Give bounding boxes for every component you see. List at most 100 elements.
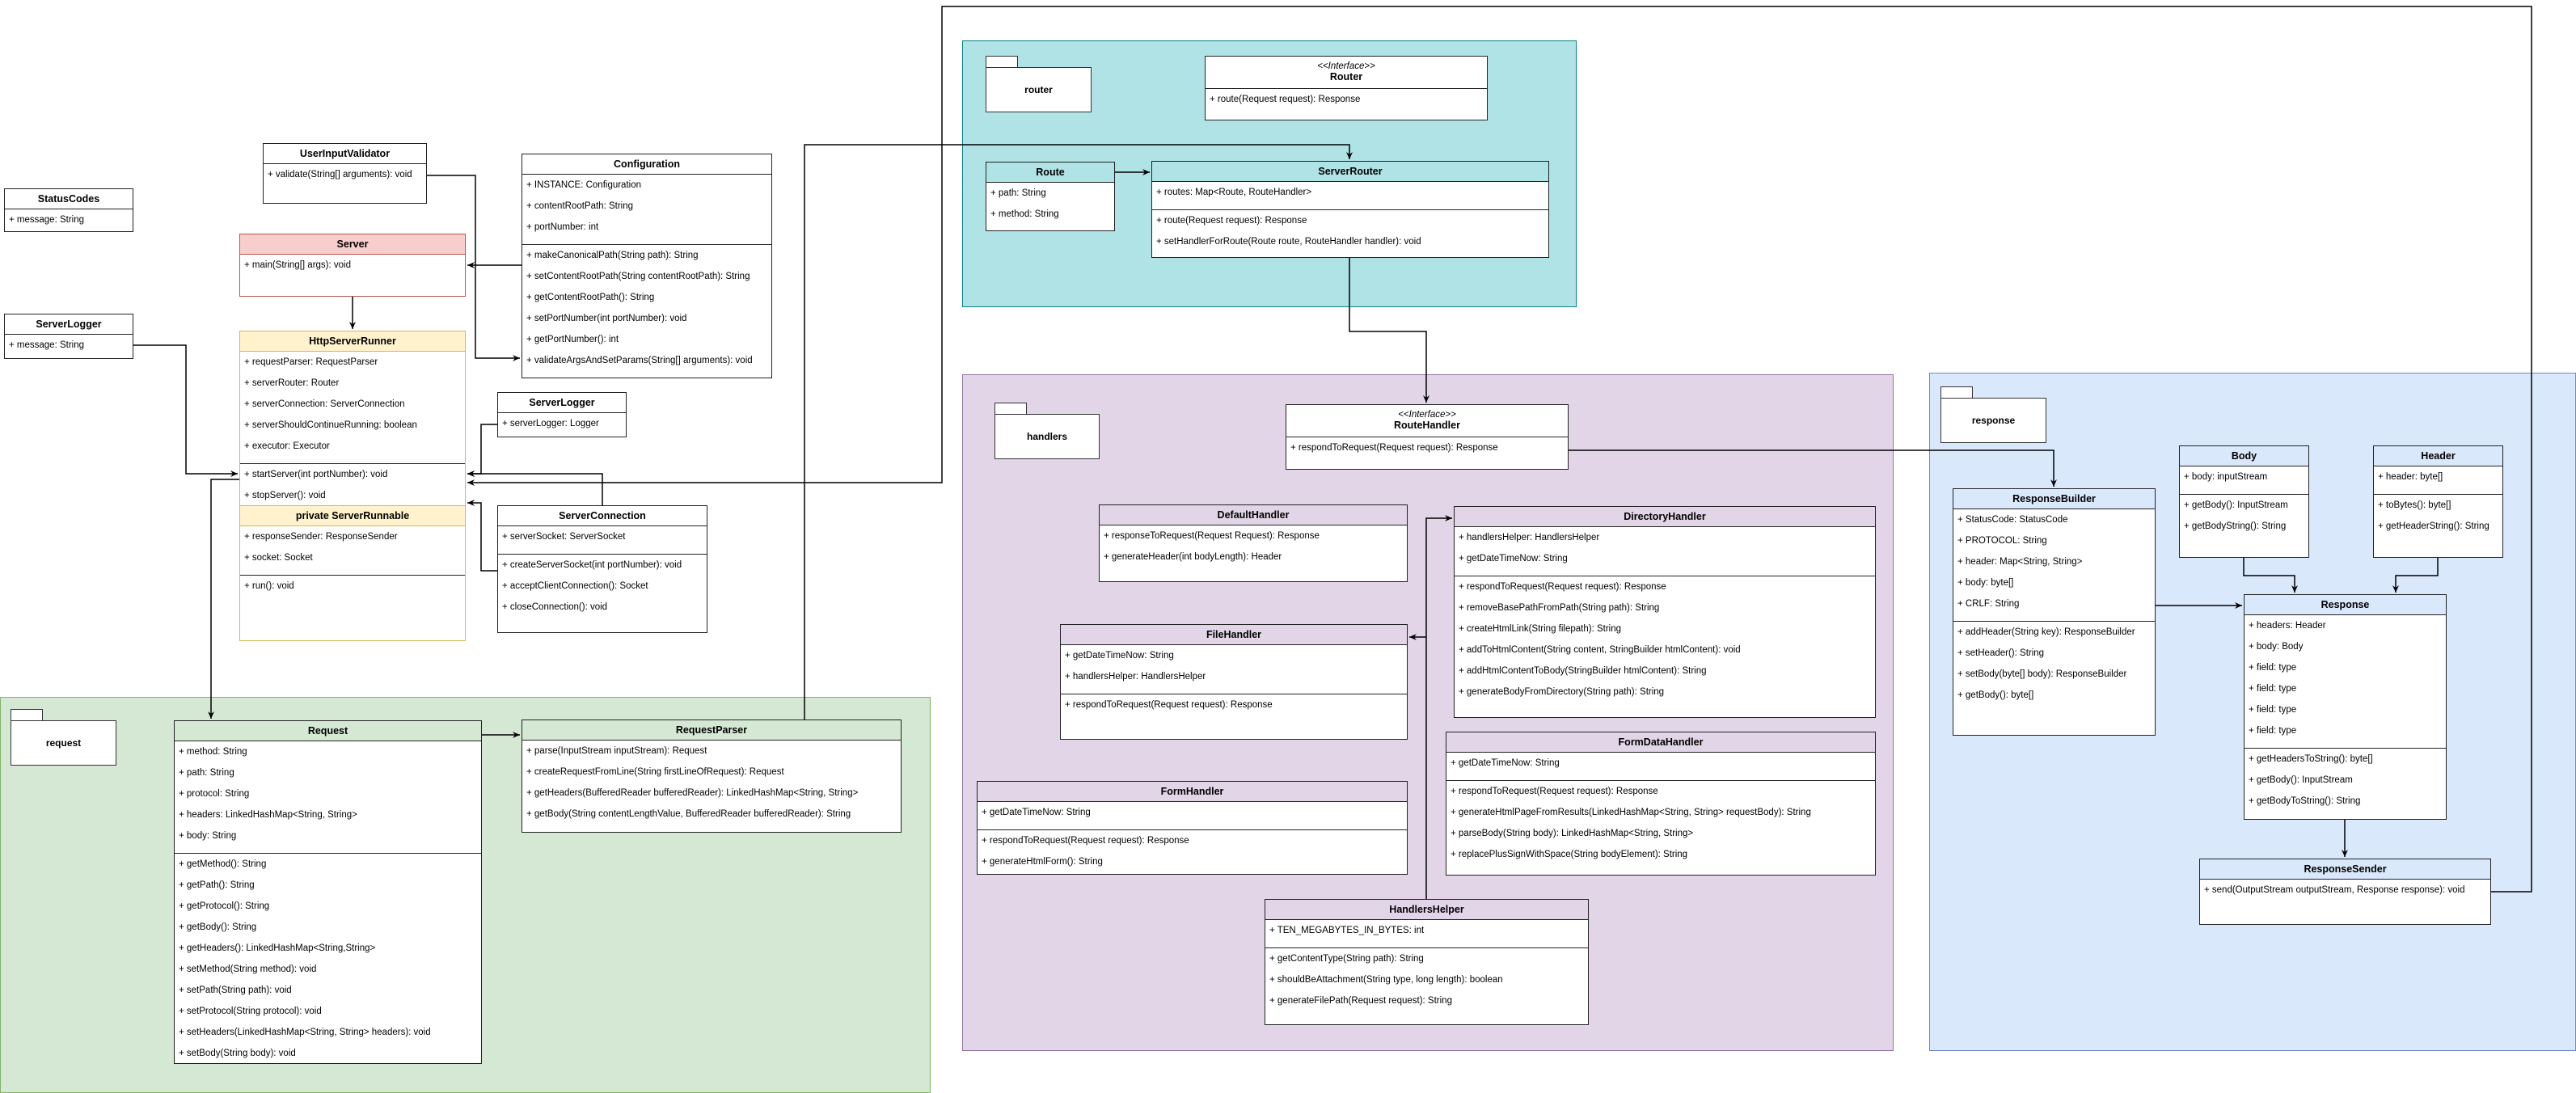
class-method: + setHeaders(LinkedHashMap<String, Strin… [179,1028,431,1037]
class-field: + serverLogger: Logger [502,419,599,428]
class-field: + field: type [2249,684,2297,694]
class-server[interactable]: Server + main(String[] args): void [239,234,466,297]
class-method: + getBody(): String [179,922,257,932]
class-field: + generateHeader(int bodyLength): Header [1104,552,1282,562]
class-header: <<Interface>> RouteHandler [1286,405,1568,437]
class-name: DirectoryHandler [1624,511,1706,522]
package-response-label[interactable]: response [1940,386,2046,443]
class-server-router[interactable]: ServerRouter + routes: Map<Route, RouteHa… [1151,161,1549,258]
class-name: ServerLogger [529,397,595,408]
class-handlers-helper[interactable]: HandlersHelper + TEN_MEGABYTES_IN_BYTES: … [1265,899,1589,1025]
folder-tab-icon [986,56,1018,67]
fields-section: + path: String + method: String [986,183,1114,231]
class-method: + getPath(): String [179,880,255,890]
class-http-server-runner[interactable]: HttpServerRunner + requestParser: Request… [239,331,466,506]
class-server-runnable[interactable]: private ServerRunnable + responseSender: … [239,505,466,641]
fields-section: + validate(String[] arguments): void [264,164,426,192]
class-header: Body [2180,446,2308,466]
class-field: + body: byte[] [1957,578,2014,588]
package-router-label[interactable]: router [986,56,1092,112]
class-configuration[interactable]: Configuration + INSTANCE: Configuration + … [522,154,772,378]
connector-logger-to-runner [133,344,238,477]
class-field: + serverConnection: ServerConnection [244,399,405,409]
class-header: HandlersHelper [1265,900,1588,920]
methods-section: + addHeader(String key): ResponseBuilder… [1953,621,2155,712]
class-field: + protocol: String [179,789,250,799]
methods-section: + respondToRequest(Request request): Res… [1061,694,1407,722]
class-directory-handler[interactable]: DirectoryHandler + handlersHelper: Handle… [1454,506,1876,718]
class-response-sender[interactable]: ResponseSender + send(OutputStream output… [2199,859,2491,925]
fields-section: + getDateTimeNow: String + handlersHelper… [1061,645,1407,694]
class-method: + getPortNumber(): int [526,335,619,344]
class-field: + handlersHelper: HandlersHelper [1459,533,1600,542]
class-method: + getProtocol(): String [179,901,270,911]
class-route[interactable]: Route + path: String + method: String [986,162,1115,231]
methods-section: + route(Request request): Response + setH… [1152,209,1548,259]
class-method: + getBodyString(): String [2184,521,2287,531]
class-method: + respondToRequest(Request request): Res… [982,836,1189,846]
fields-section: + send(OutputStream outputStream, Respon… [2200,880,2490,907]
class-method: + shouldBeAttachment(String type, long l… [1269,975,1503,985]
class-name: RouteHandler [1394,420,1460,431]
class-field: + field: type [2249,663,2297,673]
class-default-handler[interactable]: DefaultHandler + responseToRequest(Reques… [1099,504,1408,582]
class-method: + startServer(int portNumber): void [244,470,388,479]
class-method: + validateArgsAndSetParams(String[] argu… [526,356,753,365]
fields-section: + header: byte[] [2374,466,2502,494]
class-server-logger[interactable]: ServerLogger + message: String [4,314,133,359]
class-name: FileHandler [1206,629,1262,640]
class-method: + setBody(byte[] body): ResponseBuilder [1957,669,2127,679]
class-header: ResponseBuilder [1953,489,2155,509]
class-field: + routes: Map<Route, RouteHandler> [1156,188,1312,197]
class-field: + headers: Header [2249,621,2326,631]
connector-runner-to-request [208,479,239,719]
class-field: + getDateTimeNow: String [1065,651,1174,660]
class-header: ServerLogger [498,393,626,413]
class-header: FormDataHandler [1446,732,1875,753]
class-method: + createServerSocket(int portNumber): vo… [502,560,682,570]
class-server-connection[interactable]: ServerConnection + serverSocket: ServerSo… [497,505,707,633]
folder-tab-icon [1940,386,1973,398]
class-method: + generateFilePath(Request request): Str… [1269,996,1452,1006]
class-method: + getBody(): byte[] [1957,690,2034,700]
class-file-handler[interactable]: FileHandler + getDateTimeNow: String + han… [1060,624,1408,740]
class-name: private ServerRunnable [295,510,410,521]
package-handlers-label[interactable]: handlers [995,403,1100,459]
class-request[interactable]: Request + method: String + path: String + p… [174,720,482,1064]
class-server-logger-instance[interactable]: ServerLogger + serverLogger: Logger [497,392,627,437]
class-form-data-handler[interactable]: FormDataHandler + getDateTimeNow: String +… [1446,732,1876,876]
class-name: UserInputValidator [299,148,391,159]
class-method: + toBytes(): byte[] [2378,500,2451,510]
fields-section: + parse(InputStream inputStream): Reques… [522,741,901,831]
class-method: + getContentRootPath(): String [526,293,655,302]
class-response[interactable]: Response + headers: Header + body: Body + f… [2244,594,2447,820]
class-user-input-validator[interactable]: UserInputValidator + validate(String[] ar… [263,143,427,204]
interface-route-handler[interactable]: <<Interface>> RouteHandler + respondToRequ… [1286,404,1569,470]
methods-section: + createServerSocket(int portNumber): vo… [498,554,707,624]
class-response-builder[interactable]: ResponseBuilder + StatusCode: StatusCode +… [1953,488,2156,736]
class-request-parser[interactable]: RequestParser + parse(InputStream inputSt… [522,720,902,833]
class-header: Request [175,721,481,741]
class-header: ServerConnection [498,506,707,526]
class-form-handler[interactable]: FormHandler + getDateTimeNow: String + res… [977,781,1408,875]
class-name: DefaultHandler [1217,509,1290,521]
class-field: + serverShouldContinueRunning: boolean [244,420,417,430]
package-request-label[interactable]: request [11,709,116,766]
class-field: + getDateTimeNow: String [1451,758,1560,768]
class-header[interactable]: Header + header: byte[] + toBytes(): byte[… [2373,445,2503,558]
class-status-codes[interactable]: StatusCodes + message: String [4,188,133,232]
class-name: ServerLogger [36,319,102,330]
methods-section: + toBytes(): byte[] + getHeaderString(): … [2374,494,2502,543]
class-body[interactable]: Body + body: inputStream + getBody(): Inpu… [2179,445,2309,558]
class-method: + replacePlusSignWithSpace(String bodyEl… [1451,850,1688,859]
class-field: + serverSocket: ServerSocket [502,532,626,542]
connector-connection-to-runner [467,471,603,505]
interface-router[interactable]: <<Interface>> Router + route(Request reque… [1205,56,1488,120]
class-header: ResponseSender [2200,859,2490,880]
class-method: + respondToRequest(Request request): Res… [1451,787,1658,796]
class-field: + StatusCode: StatusCode [1957,515,2068,525]
class-name: StatusCodes [37,193,100,205]
class-method: + setProtocol(String protocol): void [179,1006,322,1016]
class-field: + body: String [179,831,237,841]
fields-section: + responseSender: ResponseSender + socket… [240,526,465,575]
